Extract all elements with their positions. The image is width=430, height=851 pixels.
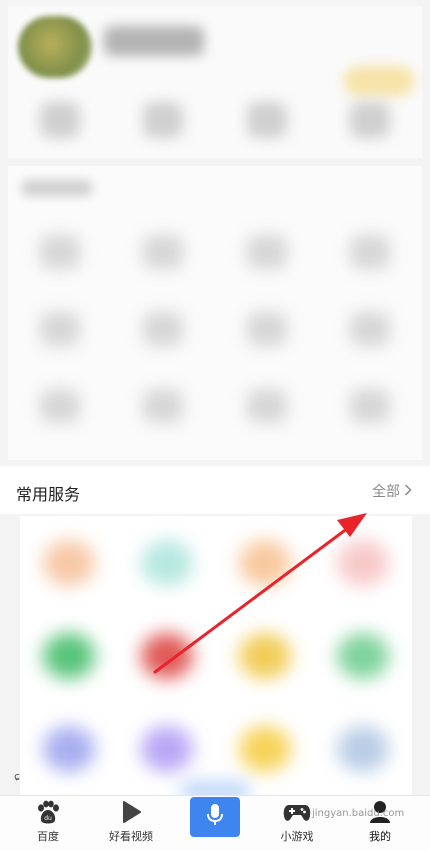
shortcut-blurred[interactable] — [39, 102, 80, 138]
grid-item-blurred[interactable] — [143, 311, 184, 346]
nav-item-videos[interactable]: 好看视频 — [91, 798, 171, 846]
service-item-blurred[interactable] — [43, 632, 95, 679]
nav-label: 百度 — [37, 830, 59, 843]
service-item-blurred[interactable] — [337, 726, 389, 773]
nav-item-mine[interactable]: 我的 — [340, 798, 420, 846]
services-all-link[interactable]: 全部 — [372, 481, 412, 501]
svg-text:du: du — [44, 815, 52, 822]
service-item-blurred[interactable] — [141, 539, 193, 586]
nav-item-baidu[interactable]: du 百度 — [8, 798, 88, 846]
grid-item-blurred[interactable] — [39, 235, 80, 270]
blurred-grid — [8, 214, 422, 444]
service-item-blurred[interactable] — [43, 726, 95, 773]
services-all-label: 全部 — [372, 484, 400, 500]
edge-fragment: ɕ — [14, 770, 21, 783]
grid-item-blurred[interactable] — [246, 235, 287, 270]
grid-item-blurred[interactable] — [143, 388, 184, 423]
services-grid — [20, 516, 412, 796]
chevron-right-icon — [404, 484, 412, 500]
grid-item-blurred[interactable] — [39, 388, 80, 423]
blurred-section — [8, 166, 422, 460]
grid-item-blurred[interactable] — [39, 311, 80, 346]
shortcut-blurred[interactable] — [350, 102, 391, 138]
grid-item-blurred[interactable] — [350, 388, 391, 423]
service-item-blurred[interactable] — [239, 726, 291, 773]
watermark: jingyan.baidu.com — [312, 808, 405, 819]
service-item-blurred[interactable] — [43, 539, 95, 586]
service-item-blurred[interactable] — [337, 632, 389, 679]
grid-item-blurred[interactable] — [143, 235, 184, 270]
shortcut-blurred[interactable] — [246, 102, 287, 138]
avatar[interactable] — [18, 16, 92, 78]
services-header: 常用服务 全部 — [0, 466, 430, 514]
nav-label: 好看视频 — [109, 830, 153, 843]
baidu-paw-icon: du — [8, 798, 88, 824]
service-item-blurred[interactable] — [141, 632, 193, 679]
username-blurred — [104, 26, 204, 56]
service-item-blurred[interactable] — [337, 539, 389, 586]
service-item-blurred[interactable] — [239, 632, 291, 679]
nav-item-games[interactable]: 小游戏 — [257, 798, 337, 846]
service-item-blurred[interactable] — [141, 726, 193, 773]
microphone-icon — [206, 803, 224, 831]
grid-item-blurred[interactable] — [246, 311, 287, 346]
play-icon — [91, 798, 171, 824]
section-title-blurred — [22, 180, 92, 196]
profile-header — [8, 6, 422, 158]
service-item-blurred[interactable] — [239, 539, 291, 586]
nav-label: 小游戏 — [280, 830, 314, 843]
grid-item-blurred[interactable] — [350, 311, 391, 346]
voice-search-button[interactable] — [190, 797, 240, 837]
grid-item-blurred[interactable] — [246, 388, 287, 423]
vip-badge-blurred[interactable] — [344, 66, 414, 96]
shortcut-blurred[interactable] — [143, 102, 184, 138]
profile-shortcuts — [8, 94, 422, 144]
services-title: 常用服务 — [16, 485, 81, 504]
nav-label: 我的 — [369, 830, 391, 843]
grid-item-blurred[interactable] — [350, 235, 391, 270]
